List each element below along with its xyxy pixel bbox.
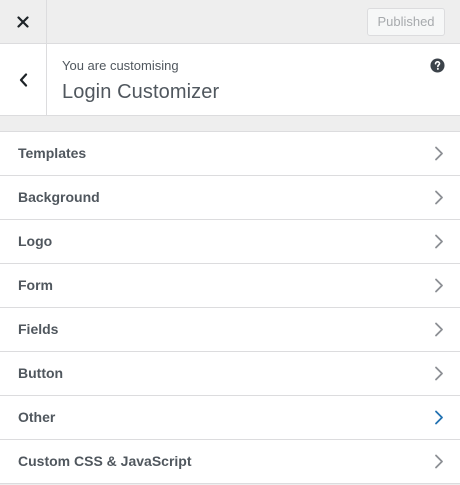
customizer-topbar: Published <box>0 0 460 44</box>
section-list: Templates Background Logo Form Fields Bu… <box>0 131 460 484</box>
panel-title: Login Customizer <box>62 81 220 103</box>
section-label: Other <box>18 409 56 425</box>
customising-label: You are customising <box>62 58 179 73</box>
back-button[interactable] <box>0 44 47 115</box>
section-form[interactable]: Form <box>0 264 460 308</box>
section-label: Button <box>18 365 64 381</box>
close-icon <box>17 15 29 28</box>
chevron-right-icon <box>435 410 443 425</box>
help-icon[interactable] <box>430 58 445 73</box>
chevron-right-icon <box>435 190 443 205</box>
chevron-right-icon <box>435 278 443 293</box>
section-label: Custom CSS & JavaScript <box>18 453 192 469</box>
section-label: Form <box>18 277 53 293</box>
published-button[interactable]: Published <box>367 8 445 36</box>
section-label: Templates <box>18 145 87 161</box>
section-button[interactable]: Button <box>0 352 460 396</box>
section-label: Logo <box>18 233 53 249</box>
section-fields[interactable]: Fields <box>0 308 460 352</box>
chevron-right-icon <box>435 234 443 249</box>
chevron-right-icon <box>435 454 443 469</box>
chevron-right-icon <box>435 322 443 337</box>
panel-header: You are customising Login Customizer <box>0 44 460 116</box>
section-label: Background <box>18 189 100 205</box>
close-button[interactable] <box>0 0 47 43</box>
chevron-right-icon <box>435 146 443 161</box>
section-custom-css-js[interactable]: Custom CSS & JavaScript <box>0 440 460 484</box>
section-other[interactable]: Other <box>0 396 460 440</box>
section-logo[interactable]: Logo <box>0 220 460 264</box>
chevron-right-icon <box>435 366 443 381</box>
section-label: Fields <box>18 321 59 337</box>
chevron-left-icon <box>19 72 27 87</box>
section-templates[interactable]: Templates <box>0 132 460 176</box>
section-background[interactable]: Background <box>0 176 460 220</box>
